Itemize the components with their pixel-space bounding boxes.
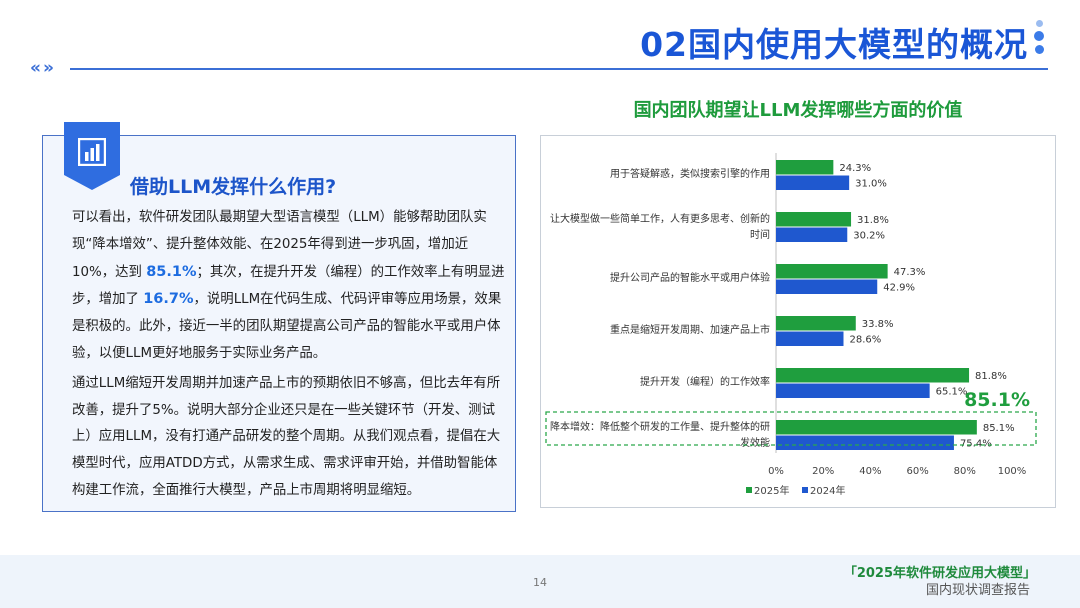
data-label: 81.8% bbox=[975, 371, 1007, 382]
data-label: 65.1% bbox=[936, 387, 968, 398]
bar-2025年-2 bbox=[776, 264, 888, 279]
bar-2025年-1 bbox=[776, 212, 852, 227]
bar-2024年-5 bbox=[776, 435, 954, 450]
bar-2025年-3 bbox=[776, 316, 856, 331]
data-label: 47.3% bbox=[894, 267, 926, 278]
bar-2025年-5 bbox=[776, 420, 977, 435]
bar-2024年-2 bbox=[776, 279, 878, 294]
category-label: 提升开发（编程）的工作效率 bbox=[640, 375, 770, 388]
x-tick-label: 100% bbox=[998, 466, 1027, 477]
legend-label: 2024年 bbox=[810, 484, 845, 497]
legend-swatch bbox=[802, 487, 808, 493]
report-subtitle: 国内现状调查报告 bbox=[925, 583, 1030, 598]
x-tick-label: 0% bbox=[768, 466, 784, 477]
x-tick-label: 60% bbox=[906, 466, 928, 477]
data-label: 31.0% bbox=[855, 179, 887, 190]
chart-title: 国内团队期望让LLM发挥哪些方面的价值 bbox=[633, 100, 963, 121]
category-label: 提升公司产品的智能水平或用户体验 bbox=[610, 271, 770, 284]
category-label: 让大模型做一些简单工作，人有更多思考、创新的 bbox=[550, 212, 770, 225]
paragraph-1: 可以看出，软件研发团队最期望大型语言模型（LLM）能够帮助团队实现“降本增效”、… bbox=[72, 205, 508, 368]
paragraph-2: 通过LLM缩短开发周期并加速产品上市的预期依旧不够高，但比去年有所改善，提升了5… bbox=[72, 375, 501, 498]
data-label: 75.4% bbox=[960, 439, 992, 450]
data-label: 24.3% bbox=[839, 163, 871, 174]
category-label: 重点是缩短开发周期、加速产品上市 bbox=[610, 323, 770, 336]
category-label: 降本增效：降低整个研发的工作量、提升整体的研 bbox=[550, 420, 770, 433]
highlight-85: 85.1% bbox=[146, 263, 197, 280]
data-label: 31.8% bbox=[857, 215, 889, 226]
data-label: 42.9% bbox=[883, 283, 915, 294]
callout-label: 85.1% bbox=[964, 389, 1030, 411]
bar-2024年-3 bbox=[776, 331, 844, 346]
bar-2024年-0 bbox=[776, 175, 850, 190]
header-divider bbox=[70, 68, 1048, 70]
category-label: 发效能 bbox=[740, 436, 770, 449]
bar-2024年-4 bbox=[776, 383, 930, 398]
decorative-dots-icon bbox=[1032, 20, 1046, 58]
bar-chart: 用于答疑解惑，类似搜索引擎的作用 24.3% 31.0% 让大模型做一些简单工作，人有… bbox=[545, 153, 1037, 497]
panel-heading: 借助LLM发挥什么作用? bbox=[130, 176, 337, 198]
data-label: 85.1% bbox=[983, 423, 1015, 434]
nav-arrows-icon[interactable]: «» bbox=[30, 58, 56, 78]
category-label: 时间 bbox=[750, 228, 770, 241]
x-tick-label: 40% bbox=[859, 466, 881, 477]
legend-label: 2025年 bbox=[754, 484, 789, 497]
bar-2025年-4 bbox=[776, 368, 970, 383]
category-label: 用于答疑解惑，类似搜索引擎的作用 bbox=[610, 167, 770, 180]
x-tick-label: 20% bbox=[812, 466, 834, 477]
page-title: 02国内使用大模型的概况 bbox=[640, 25, 1028, 64]
panel-body: 可以看出，软件研发团队最期望大型语言模型（LLM）能够帮助团队实现“降本增效”、… bbox=[72, 205, 508, 508]
data-label: 28.6% bbox=[849, 335, 881, 346]
data-label: 30.2% bbox=[853, 231, 885, 242]
data-label: 33.8% bbox=[862, 319, 894, 330]
x-tick-label: 80% bbox=[954, 466, 976, 477]
legend-swatch bbox=[746, 487, 752, 493]
bar-2024年-1 bbox=[776, 227, 848, 242]
bar-2025年-0 bbox=[776, 160, 834, 175]
highlight-16: 16.7% bbox=[143, 291, 194, 308]
